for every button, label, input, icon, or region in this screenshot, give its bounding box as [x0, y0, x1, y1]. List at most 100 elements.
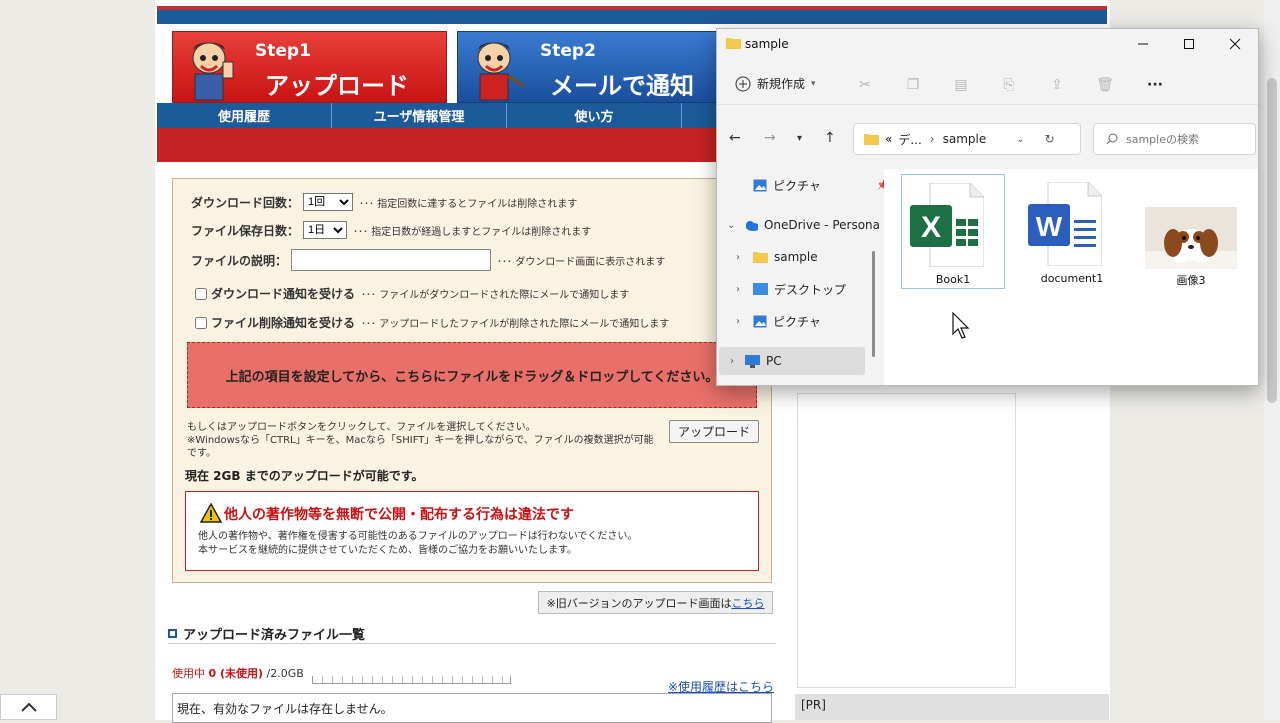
download-notify-checkbox[interactable]: [195, 287, 207, 300]
close-icon: [1229, 38, 1241, 50]
nav-item-onedrive[interactable]: ⌄ OneDrive - Persona: [725, 212, 880, 238]
svg-text:W: W: [1036, 211, 1063, 242]
new-button[interactable]: 新規作成 ▾: [735, 75, 816, 92]
nav-item-desktop[interactable]: › デスクトップ: [731, 276, 881, 302]
nav-item-label: ピクチャ: [773, 314, 821, 329]
mouse-cursor-icon: [952, 312, 970, 339]
delete-notify-checkbox[interactable]: [195, 316, 207, 329]
search-box[interactable]: sampleの検索: [1093, 123, 1256, 155]
chevron-down-icon[interactable]: ⌄: [1016, 134, 1024, 145]
step2-banner: Step2 メールで通知: [457, 31, 722, 103]
file-item-image3[interactable]: 画像3: [1139, 174, 1243, 289]
nav-history[interactable]: 使用履歴: [157, 103, 332, 128]
search-icon: [1106, 133, 1118, 145]
description-note: ･･･ ダウンロード画面に表示されます: [497, 256, 666, 268]
cut-icon[interactable]: ✂: [856, 77, 874, 93]
command-bar: 新規作成 ▾ ✂ ❐ ▤ ⎘ ⇪ 🗑 ···: [717, 65, 1258, 105]
onedrive-icon: [745, 220, 758, 231]
help-line: ※Windowsなら「CTRL」キーを、Macなら「SHIFT」キーを押しながら…: [187, 435, 654, 459]
drop-zone[interactable]: 上記の項目を設定してから、こちらにファイルをドラッグ＆ドロップしてください。: [187, 342, 757, 408]
nav-item-pictures-onedrive[interactable]: › ピクチャ: [731, 308, 881, 334]
chevron-right-icon: ›: [929, 132, 935, 146]
upload-header-band: [157, 128, 717, 162]
mascot-icon: [192, 42, 234, 101]
file-explorer-window: sample 新規作成 ▾ ✂ ❐ ▤ ⎘ ⇪ 🗑 ··· ← → ▾ ↑ « …: [716, 28, 1259, 386]
usage-meter: [312, 676, 511, 684]
chevron-right-icon[interactable]: ›: [725, 356, 739, 367]
page-scrollbar-thumb[interactable]: [1267, 78, 1277, 403]
file-item-document1[interactable]: W document1: [1020, 174, 1124, 289]
nav-item-sample[interactable]: › sample: [731, 244, 881, 270]
step-title: メールで通知: [550, 72, 694, 100]
section-divider: [168, 643, 776, 644]
folder-icon: [726, 38, 741, 49]
maximize-button[interactable]: [1166, 29, 1212, 59]
search-placeholder: sampleの検索: [1126, 133, 1199, 146]
more-options-icon[interactable]: ···: [1146, 77, 1164, 93]
copy-icon[interactable]: ❐: [904, 77, 922, 93]
description-input[interactable]: [291, 249, 492, 271]
nav-pane-scrollbar[interactable]: [872, 251, 875, 357]
usage-text: 使用中 0 (未使用) /2.0GB: [172, 665, 304, 681]
window-title: sample: [745, 37, 789, 51]
word-file-icon: W: [1028, 182, 1102, 266]
step-label: Step2: [540, 41, 596, 61]
download-count-select[interactable]: 1回: [303, 193, 354, 211]
recent-locations-icon[interactable]: ▾: [797, 133, 802, 144]
up-icon[interactable]: ↑: [824, 130, 836, 146]
address-bar[interactable]: « デ... › sample ⌄ ↻: [853, 123, 1081, 155]
old-version-link[interactable]: こちら: [732, 595, 765, 611]
pc-icon: [745, 354, 760, 368]
nav-item-label: PC: [766, 354, 782, 368]
forward-icon[interactable]: →: [764, 130, 776, 146]
warning-line: 他人の著作物や、著作権を侵害する可能性のあるファイルのアップロードは行わないでく…: [198, 531, 638, 542]
pictures-icon: [753, 315, 767, 327]
file-name: document1: [1040, 272, 1104, 285]
rename-icon[interactable]: ⎘: [1000, 77, 1018, 93]
nav-item-label: デスクトップ: [774, 282, 847, 297]
nav-howto[interactable]: 使い方: [507, 103, 682, 128]
minimize-button[interactable]: [1120, 29, 1166, 59]
chevron-up-icon: [20, 702, 37, 712]
maximize-icon: [1184, 39, 1194, 49]
nav-item-pictures[interactable]: ピクチャ 📌: [739, 172, 889, 198]
chevron-right-icon[interactable]: ›: [731, 252, 745, 263]
upload-button[interactable]: アップロード: [669, 420, 759, 443]
scroll-to-top-button[interactable]: [0, 694, 57, 720]
step-label: Step1: [255, 41, 311, 61]
keep-days-select[interactable]: 1日: [303, 221, 348, 239]
nav-item-pc[interactable]: › PC: [719, 347, 865, 375]
chevron-down-icon[interactable]: ⌄: [725, 220, 738, 231]
folder-icon: [864, 134, 879, 145]
close-button[interactable]: [1212, 29, 1258, 59]
upload-help-text: もしくはアップロードボタンをクリックして、ファイルを選択してください。 ※Win…: [187, 421, 657, 460]
desktop-icon: [753, 283, 768, 295]
keep-days-label: ファイル保存日数：: [191, 223, 300, 238]
capacity-text: 現在 2GB までのアップロードが可能です。: [185, 469, 424, 483]
title-bar[interactable]: sample: [717, 29, 1258, 59]
address-current[interactable]: sample: [943, 132, 987, 146]
address-overflow[interactable]: «: [885, 132, 892, 146]
keep-days-note: ･･･ 指定日数が経過しますとファイルは削除されます: [353, 226, 592, 238]
chevron-right-icon[interactable]: ›: [731, 284, 745, 295]
file-item-book1[interactable]: X Book1: [901, 174, 1005, 289]
delete-notify-note: ･･･ アップロードしたファイルが削除された際にメールで通知します: [361, 319, 670, 330]
copyright-warning: 他人の著作物等を無断で公開・配布する行為は違法です 他人の著作物や、著作権を侵害…: [185, 491, 759, 571]
warning-body: 他人の著作物や、著作権を侵害する可能性のあるファイルのアップロードは行わないでく…: [198, 530, 637, 558]
pr-label: [PR]: [795, 694, 1109, 720]
site-nav: 使用履歴 ユーザ情報管理 使い方: [157, 103, 717, 128]
delete-icon[interactable]: 🗑: [1096, 77, 1114, 93]
site-header-bar: [157, 6, 1107, 24]
refresh-icon[interactable]: ↻: [1045, 132, 1055, 146]
download-notify-label: ダウンロード通知を受ける: [211, 287, 356, 301]
old-version-box: ※旧バージョンのアップロード画面は こちら: [538, 591, 773, 614]
share-icon[interactable]: ⇪: [1048, 77, 1066, 93]
nav-user-settings[interactable]: ユーザ情報管理: [332, 103, 507, 128]
usage-prefix: 使用中: [172, 667, 209, 680]
old-version-text: ※旧バージョンのアップロード画面は: [546, 596, 732, 610]
paste-icon[interactable]: ▤: [952, 77, 970, 93]
address-parent[interactable]: デ...: [898, 131, 921, 148]
chevron-right-icon[interactable]: ›: [731, 316, 745, 327]
warning-line: 本サービスを継続的に提供させていただくため、皆様のご協力をお願いいたします。: [198, 545, 577, 556]
back-icon[interactable]: ←: [729, 130, 741, 146]
